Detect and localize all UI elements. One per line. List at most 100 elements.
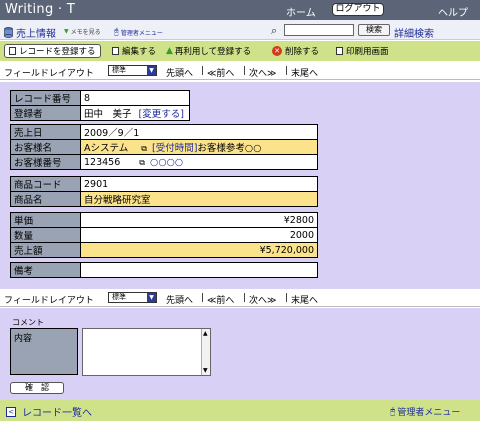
record-list-link[interactable]: < レコード一覧へ: [6, 404, 92, 419]
advanced-search-link[interactable]: 詳細検索: [394, 25, 434, 40]
sale-date-value: 2009／9／1: [80, 124, 318, 140]
first-link[interactable]: 先頭へ: [166, 66, 193, 79]
sale-date-label: 売上日: [10, 124, 81, 140]
unit-price-label: 単価: [10, 212, 81, 228]
customer-ref-value: お客様参考○○: [197, 143, 262, 154]
last-link[interactable]: 末尾へ: [291, 66, 318, 79]
copy-icon[interactable]: ⧉: [141, 144, 147, 154]
table-row: 商品名 自分戦略研究室: [10, 191, 318, 207]
prev-link[interactable]: ≪前へ: [207, 293, 234, 306]
sales-info-link[interactable]: 売上情報: [4, 25, 56, 40]
search-icon: ⌕: [271, 24, 278, 37]
register-record-button[interactable]: レコードを登録する: [4, 44, 101, 58]
action-bar: レコードを登録する 編集する ▲ 再利用して登録する ✕ 削除する 印刷用画面: [0, 41, 480, 61]
copy-icon[interactable]: ⧉: [139, 158, 145, 168]
record-list-label: レコード一覧へ: [22, 408, 92, 419]
confirm-button[interactable]: 確 認: [10, 382, 64, 394]
admin-menu-label: 管理者メニュー: [397, 408, 461, 418]
record-no-label: レコード番号: [10, 90, 81, 106]
footer-bar: < レコード一覧へ 🖰 管理者メニュー: [0, 400, 480, 421]
delete-button[interactable]: ✕ 削除する: [272, 45, 319, 57]
layout-select-value: 標準: [112, 293, 126, 301]
memo-link[interactable]: ▼ メモを見る: [64, 27, 101, 36]
reuse-register-button[interactable]: ▲ 再利用して登録する: [166, 45, 251, 57]
record-no-value: 8: [80, 90, 190, 106]
sales-amount-label: 売上額: [10, 242, 81, 258]
scroll-down-icon[interactable]: ▼: [203, 367, 208, 374]
delete-label: 削除する: [285, 47, 320, 57]
table-row: お客様番号 123456 ⧉ ○○○○: [10, 154, 318, 170]
remarks-table: 備考: [10, 262, 318, 278]
print-view-button[interactable]: 印刷用画面: [336, 45, 389, 57]
layout-select[interactable]: 標準 ▼: [108, 292, 157, 303]
quantity-value: 2000: [80, 227, 318, 243]
table-row: 売上日 2009／9／1: [10, 124, 318, 140]
delete-icon: ✕: [272, 46, 282, 56]
quantity-label: 数量: [10, 227, 81, 243]
pager-sep: |: [201, 66, 205, 76]
table-row: 商品コード 2901: [10, 176, 318, 192]
record-panel: レコード番号 8 登録者 田中 美子 [変更する] 売上日 2009／9／1 お…: [0, 82, 480, 289]
content-label: 内容: [10, 328, 78, 375]
prev-link[interactable]: ≪前へ: [207, 66, 234, 79]
product-code-label: 商品コード: [10, 176, 81, 192]
layout-bar-top: フィールドレイアウト 標準 ▼ 先頭へ | ≪前へ | 次へ≫ | 末尾へ: [0, 62, 480, 80]
reuse-register-label: 再利用して登録する: [174, 47, 252, 57]
table-row: レコード番号 8: [10, 90, 190, 106]
layout-select[interactable]: 標準 ▼: [108, 65, 157, 76]
customer-no-link[interactable]: ○○○○: [150, 157, 183, 168]
remarks-value: [80, 262, 318, 278]
mouse-icon: 🖰: [390, 406, 396, 417]
chevron-down-icon: ▼: [147, 293, 156, 302]
mouse-icon: 🖰: [114, 27, 119, 36]
reception-time-link[interactable]: [受付時間]: [152, 143, 197, 154]
register-record-label: レコードを登録する: [19, 47, 96, 57]
registrant-label: 登録者: [10, 105, 81, 121]
edit-button[interactable]: 編集する: [112, 45, 156, 57]
sales-info-label: 売上情報: [16, 29, 56, 40]
search-input[interactable]: [284, 24, 354, 36]
last-link[interactable]: 末尾へ: [291, 293, 318, 306]
scrollbar[interactable]: ▲ ▼: [201, 329, 210, 375]
customer-name-cell: Aシステム ⧉ [受付時間]お客様参考○○: [80, 139, 318, 155]
comment-textarea[interactable]: ▲ ▼: [82, 328, 211, 376]
scroll-up-icon[interactable]: ▲: [203, 330, 208, 337]
table-row: 売上額 ¥5,720,000: [10, 242, 318, 258]
pager-sep: |: [201, 293, 205, 303]
field-layout-label: フィールドレイアウト: [4, 69, 94, 79]
next-link[interactable]: 次へ≫: [249, 66, 276, 79]
unit-price-value: ¥2800: [80, 212, 318, 228]
customer-no-cell: 123456 ⧉ ○○○○: [80, 154, 318, 170]
next-link[interactable]: 次へ≫: [249, 293, 276, 306]
search-button[interactable]: 検索: [358, 24, 390, 36]
help-link[interactable]: ヘルプ: [438, 4, 468, 19]
change-registrant-link[interactable]: [変更する]: [139, 109, 184, 120]
home-link[interactable]: ホーム: [286, 4, 316, 19]
admin-menu-link[interactable]: 🖰 管理者メニュー: [390, 405, 461, 419]
admin-menu-small-link[interactable]: 🖰 管理者メニュー: [114, 27, 163, 37]
remarks-label: 備考: [10, 262, 81, 278]
customer-no-label: お客様番号: [10, 154, 81, 170]
chevron-down-icon: ▼: [147, 66, 156, 75]
app-title: Writing · T: [5, 2, 76, 17]
title-bar: Writing · T ホーム ログアウト ヘルプ: [0, 0, 480, 20]
pager-sep: |: [285, 293, 289, 303]
field-layout-label: フィールドレイアウト: [4, 296, 94, 306]
product-name-value: 自分戦略研究室: [80, 191, 318, 207]
table-row: 数量 2000: [10, 227, 318, 243]
pager-sep: |: [243, 293, 247, 303]
comment-section-label: コメント: [12, 318, 44, 327]
admin-menu-small-label: 管理者メニュー: [120, 29, 163, 37]
product-code-value: 2901: [80, 176, 318, 192]
reuse-icon: ▲: [166, 46, 173, 56]
memo-icon: ▼: [64, 28, 69, 35]
new-record-icon: [9, 47, 16, 55]
pager-sep: |: [285, 66, 289, 76]
print-icon: [336, 47, 343, 55]
pager-sep: |: [243, 66, 247, 76]
customer-table: 売上日 2009／9／1 お客様名 Aシステム ⧉ [受付時間]お客様参考○○ …: [10, 124, 318, 170]
first-link[interactable]: 先頭へ: [166, 293, 193, 306]
registrant-value: 田中 美子: [84, 109, 132, 120]
nav-bar: 売上情報 ▼ メモを見る 🖰 管理者メニュー ⌕ 検索 詳細検索: [0, 20, 480, 40]
logout-button[interactable]: ログアウト: [332, 3, 384, 16]
